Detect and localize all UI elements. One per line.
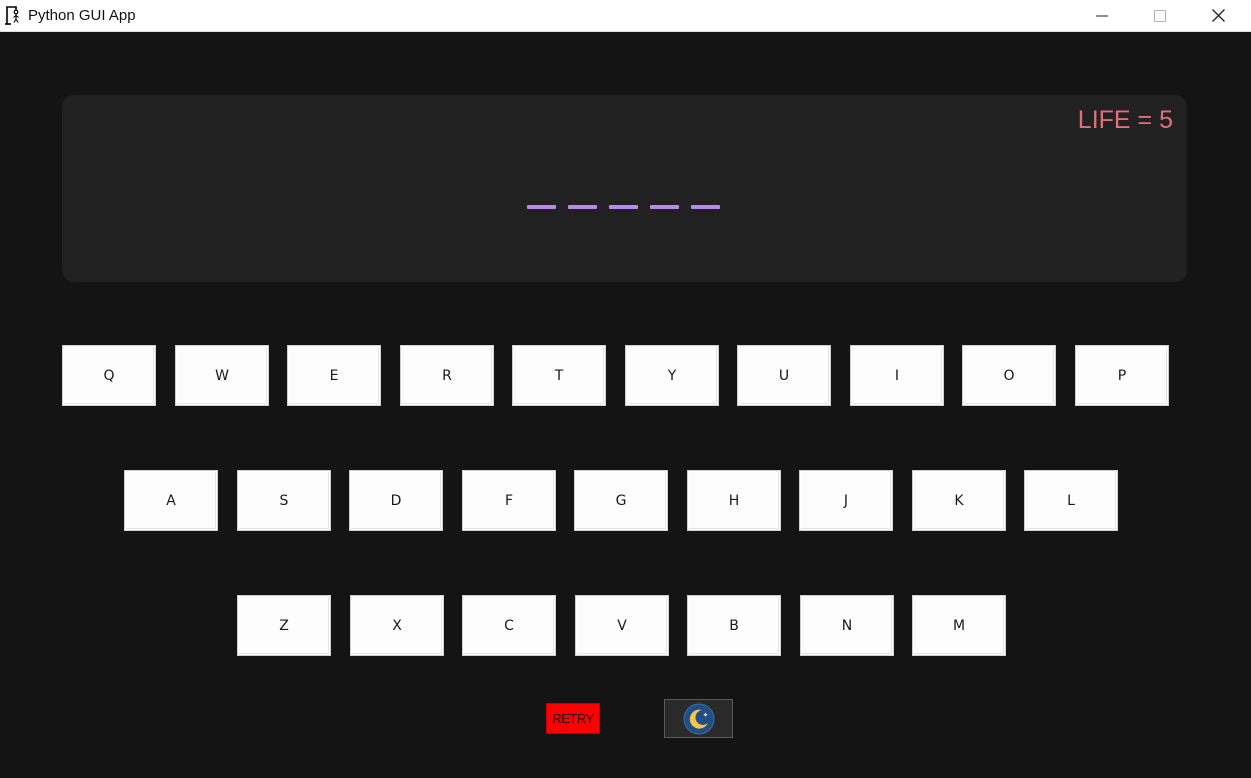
- minimize-icon: [1096, 15, 1108, 16]
- key-y[interactable]: Y: [625, 345, 719, 406]
- key-x[interactable]: X: [350, 595, 444, 656]
- key-v[interactable]: V: [575, 595, 669, 656]
- key-p[interactable]: P: [1075, 345, 1169, 406]
- key-s[interactable]: S: [237, 470, 331, 531]
- key-r[interactable]: R: [400, 345, 494, 406]
- key-b[interactable]: B: [687, 595, 781, 656]
- key-i[interactable]: I: [850, 345, 944, 406]
- hidden-word: [527, 205, 720, 209]
- letter-slot: [527, 205, 556, 209]
- minimize-button[interactable]: [1073, 0, 1131, 31]
- life-counter: LIFE = 5: [1077, 106, 1173, 134]
- window-title: Python GUI App: [28, 7, 136, 24]
- moon-icon: [683, 703, 714, 734]
- close-button[interactable]: [1189, 0, 1247, 31]
- key-n[interactable]: N: [800, 595, 894, 656]
- key-q[interactable]: Q: [62, 345, 156, 406]
- key-g[interactable]: G: [574, 470, 668, 531]
- retry-button[interactable]: RETRY: [546, 703, 600, 734]
- key-h[interactable]: H: [687, 470, 781, 531]
- key-o[interactable]: O: [962, 345, 1056, 406]
- app-window: Python GUI App LIFE = 5 QWERTYUIOP ASDFGH…: [0, 0, 1251, 778]
- key-c[interactable]: C: [462, 595, 556, 656]
- maximize-icon: [1154, 9, 1166, 22]
- letter-slot: [568, 205, 597, 209]
- key-t[interactable]: T: [512, 345, 606, 406]
- key-d[interactable]: D: [349, 470, 443, 531]
- key-m[interactable]: M: [912, 595, 1006, 656]
- key-a[interactable]: A: [124, 470, 218, 531]
- key-e[interactable]: E: [287, 345, 381, 406]
- key-l[interactable]: L: [1024, 470, 1118, 531]
- letter-slot: [609, 205, 638, 209]
- theme-toggle-button[interactable]: [664, 699, 733, 738]
- close-icon: [1211, 9, 1225, 22]
- key-k[interactable]: K: [912, 470, 1006, 531]
- word-display-panel: LIFE = 5: [62, 95, 1187, 282]
- key-u[interactable]: U: [737, 345, 831, 406]
- key-w[interactable]: W: [175, 345, 269, 406]
- key-j[interactable]: J: [799, 470, 893, 531]
- letter-slot: [691, 205, 720, 209]
- hangman-app-icon: [5, 6, 19, 25]
- title-bar: Python GUI App: [0, 0, 1251, 32]
- letter-slot: [650, 205, 679, 209]
- key-z[interactable]: Z: [237, 595, 331, 656]
- key-f[interactable]: F: [462, 470, 556, 531]
- maximize-button[interactable]: [1131, 0, 1189, 31]
